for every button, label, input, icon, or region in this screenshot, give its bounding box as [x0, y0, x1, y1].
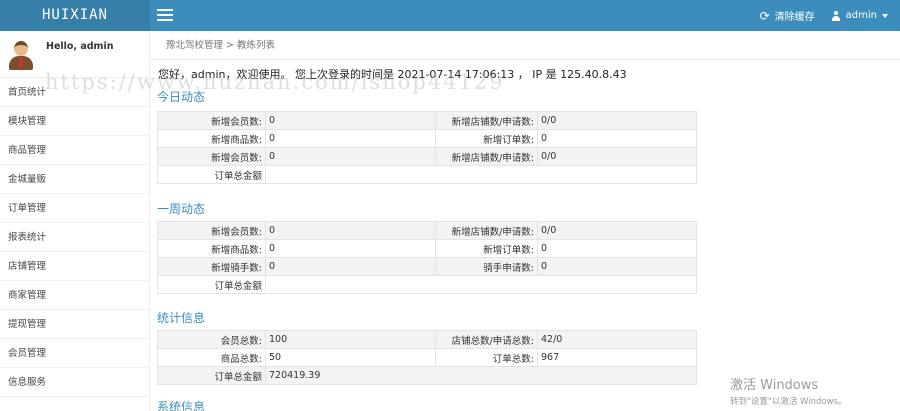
- cell-label: 新增会员数:: [157, 147, 266, 166]
- hamburger-icon[interactable]: [157, 9, 173, 21]
- cell-label: 新增订单数:: [435, 129, 538, 148]
- cell-value: 0: [265, 147, 436, 166]
- user-icon: [831, 10, 841, 21]
- table-row: 新增骑手数: 0 骑手申请数: 0: [157, 257, 697, 276]
- clear-cache-button[interactable]: ⟳ 清除缓存: [759, 8, 815, 24]
- cell-value: 0/0: [537, 221, 697, 240]
- cell-value: 0: [265, 239, 436, 258]
- sidebar-item-merchants[interactable]: 商家管理: [0, 281, 149, 310]
- sidebar-item-dashboard[interactable]: 首页统计: [0, 78, 149, 107]
- avatar: [8, 39, 34, 71]
- cell-value: 967: [537, 348, 697, 367]
- top-navbar: HUIXIAN ⟳ 清除缓存 admin: [0, 0, 900, 31]
- section-title-stats: 统计信息: [157, 311, 206, 325]
- cell-label: 新增店铺数/申请数:: [435, 111, 538, 130]
- cell-value: 0: [537, 239, 697, 258]
- caret-down-icon: [882, 13, 888, 18]
- table-row: 会员总数: 100 店铺总数/申请总数: 42/0: [157, 330, 697, 349]
- breadcrumb-item-school[interactable]: 豫北驾校管理: [166, 40, 223, 51]
- sidebar-item-shops[interactable]: 店铺管理: [0, 252, 149, 281]
- user-menu[interactable]: admin: [831, 10, 888, 21]
- table-row: 订单总金额 720419.39: [157, 366, 697, 385]
- table-row: 新增会员数: 0 新增店铺数/申请数: 0/0: [157, 147, 697, 166]
- user-panel: Hello, admin: [0, 31, 149, 78]
- week-stats-table: 新增会员数: 0 新增店铺数/申请数: 0/0 新增商品数: 0 新增订单数: …: [157, 221, 697, 294]
- table-row: 订单总金额: [157, 165, 697, 184]
- sidebar-item-wholesale[interactable]: 金城量贩: [0, 165, 149, 194]
- clear-cache-label: 清除缓存: [774, 12, 815, 23]
- user-name: admin: [845, 10, 877, 21]
- cell-value: [265, 275, 697, 294]
- sidebar: Hello, admin 首页统计 模块管理 商品管理 金城量贩 订单管理 报表…: [0, 31, 150, 411]
- cell-value: 0: [537, 129, 697, 148]
- cell-label: 新增会员数:: [157, 221, 266, 240]
- cell-label: 新增商品数:: [157, 129, 266, 148]
- table-row: 新增商品数: 0 新增订单数: 0: [157, 129, 697, 148]
- cell-value: 50: [265, 348, 436, 367]
- user-greeting: Hello, admin: [46, 41, 114, 52]
- table-row: 新增商品数: 0 新增订单数: 0: [157, 239, 697, 258]
- section-title-week: 一周动态: [157, 202, 206, 216]
- cell-label: 订单总数:: [435, 348, 538, 367]
- cell-label: 新增会员数:: [157, 111, 266, 130]
- cell-label: 新增订单数:: [435, 239, 538, 258]
- cell-label: 店铺总数/申请总数:: [435, 330, 538, 349]
- sidebar-item-reports[interactable]: 报表统计: [0, 223, 149, 252]
- cell-value: 0/0: [537, 111, 697, 130]
- section-title-system: 系统信息: [157, 400, 206, 411]
- cell-value: 0: [265, 221, 436, 240]
- sidebar-item-withdrawals[interactable]: 提现管理: [0, 310, 149, 339]
- cell-label: 订单总金额: [157, 366, 266, 385]
- cell-label: 订单总金额: [157, 275, 266, 294]
- welcome-message: 您好，admin，欢迎使用。 您上次登录的时间是 2021-07-14 17:0…: [158, 68, 627, 81]
- summary-stats-table: 会员总数: 100 店铺总数/申请总数: 42/0 商品总数: 50 订单总数:…: [157, 330, 697, 385]
- breadcrumb-separator: >: [226, 40, 234, 51]
- table-row: 订单总金额: [157, 275, 697, 294]
- breadcrumb: 豫北驾校管理 > 教练列表: [150, 31, 900, 60]
- sidebar-item-modules[interactable]: 模块管理: [0, 107, 149, 136]
- cell-label: 新增店铺数/申请数:: [435, 147, 538, 166]
- app-logo[interactable]: HUIXIAN: [0, 0, 150, 31]
- sidebar-item-products[interactable]: 商品管理: [0, 136, 149, 165]
- cell-label: 新增店铺数/申请数:: [435, 221, 538, 240]
- cell-value: 720419.39: [265, 366, 697, 385]
- cell-label: 新增商品数:: [157, 239, 266, 258]
- cell-label: 会员总数:: [157, 330, 266, 349]
- table-row: 新增会员数: 0 新增店铺数/申请数: 0/0: [157, 111, 697, 130]
- refresh-icon: ⟳: [759, 8, 770, 23]
- cell-value: 0: [265, 111, 436, 130]
- today-stats-table: 新增会员数: 0 新增店铺数/申请数: 0/0 新增商品数: 0 新增订单数: …: [157, 111, 697, 184]
- cell-label: 新增骑手数:: [157, 257, 266, 276]
- section-title-today: 今日动态: [157, 90, 206, 104]
- cell-value: 0: [537, 257, 697, 276]
- sidebar-item-info[interactable]: 信息服务: [0, 368, 149, 397]
- main-content: 豫北驾校管理 > 教练列表 您好，admin，欢迎使用。 您上次登录的时间是 202…: [150, 31, 900, 411]
- cell-value: [265, 165, 697, 184]
- cell-value: 100: [265, 330, 436, 349]
- breadcrumb-item-current: 教练列表: [236, 40, 275, 51]
- cell-label: 订单总金额: [157, 165, 266, 184]
- table-row: 商品总数: 50 订单总数: 967: [157, 348, 697, 367]
- table-row: 新增会员数: 0 新增店铺数/申请数: 0/0: [157, 221, 697, 240]
- cell-value: 0: [265, 129, 436, 148]
- sidebar-item-members[interactable]: 会员管理: [0, 339, 149, 368]
- cell-label: 商品总数:: [157, 348, 266, 367]
- cell-label: 骑手申请数:: [435, 257, 538, 276]
- cell-value: 0: [265, 257, 436, 276]
- cell-value: 0/0: [537, 147, 697, 166]
- sidebar-item-orders[interactable]: 订单管理: [0, 194, 149, 223]
- cell-value: 42/0: [537, 330, 697, 349]
